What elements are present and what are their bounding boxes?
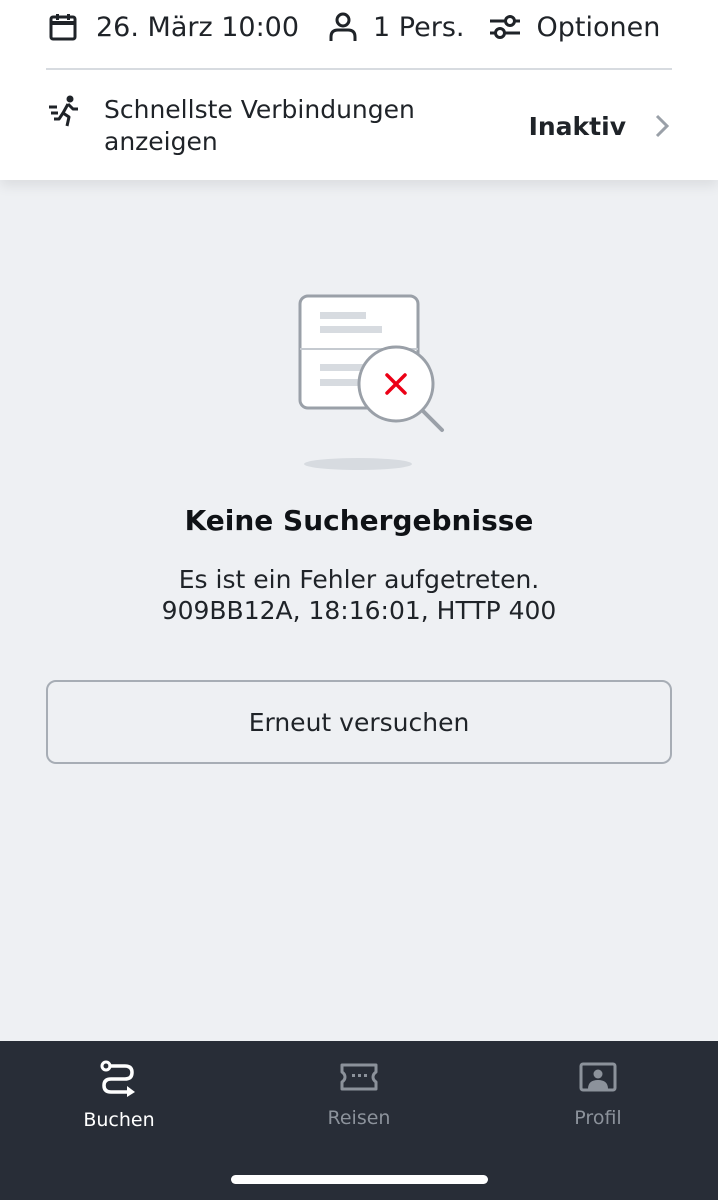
passenger-selector[interactable]: 1 Pers. bbox=[327, 11, 464, 43]
options-row: 26. März 10:00 1 Pers. Optionen bbox=[48, 6, 672, 48]
chevron-right-icon bbox=[655, 114, 670, 138]
nav-label-profil: Profil bbox=[574, 1107, 622, 1129]
fastest-connections-label: Schnellste Verbindungen anzeigen bbox=[104, 95, 415, 156]
error-message: Es ist ein Fehler aufgetreten. 909BB12A,… bbox=[0, 564, 718, 626]
nav-label-reisen: Reisen bbox=[327, 1107, 391, 1129]
date-time-selector[interactable]: 26. März 10:00 bbox=[48, 12, 299, 43]
divider bbox=[46, 68, 672, 70]
profile-card-icon bbox=[579, 1062, 617, 1092]
fastest-connections-status: Inaktiv bbox=[528, 111, 626, 141]
route-icon bbox=[100, 1060, 135, 1097]
calendar-icon bbox=[49, 14, 77, 41]
person-icon bbox=[329, 12, 357, 41]
error-message-line-1: Es ist ein Fehler aufgetreten. bbox=[178, 565, 540, 594]
app-screen: 26. März 10:00 1 Pers. Optionen Schnells… bbox=[0, 0, 718, 1200]
empty-state-title: Keine Suchergebnisse bbox=[184, 504, 534, 537]
home-indicator bbox=[231, 1175, 488, 1184]
search-options-card: 26. März 10:00 1 Pers. Optionen Schnells… bbox=[0, 0, 718, 180]
nav-label-buchen: Buchen bbox=[83, 1109, 155, 1131]
no-results-illustration-icon bbox=[298, 294, 444, 470]
error-message-line-2: 909BB12A, 18:16:01, HTTP 400 bbox=[161, 596, 557, 625]
options-button[interactable]: Optionen bbox=[488, 12, 660, 43]
retry-button[interactable]: Erneut versuchen bbox=[46, 680, 672, 764]
nav-item-buchen[interactable]: Buchen bbox=[29, 1059, 209, 1159]
fastest-connections-toggle[interactable]: Schnellste Verbindungen anzeigen Inaktiv bbox=[48, 88, 672, 164]
date-time-label: 26. März 10:00 bbox=[96, 11, 300, 43]
sliders-icon bbox=[490, 15, 521, 39]
nav-item-profil[interactable]: Profil bbox=[508, 1059, 688, 1159]
running-person-icon bbox=[49, 95, 78, 127]
nav-item-reisen[interactable]: Reisen bbox=[269, 1059, 449, 1159]
passenger-label: 1 Pers. bbox=[373, 11, 465, 43]
options-label: Optionen bbox=[536, 11, 661, 43]
ticket-icon bbox=[340, 1063, 378, 1091]
